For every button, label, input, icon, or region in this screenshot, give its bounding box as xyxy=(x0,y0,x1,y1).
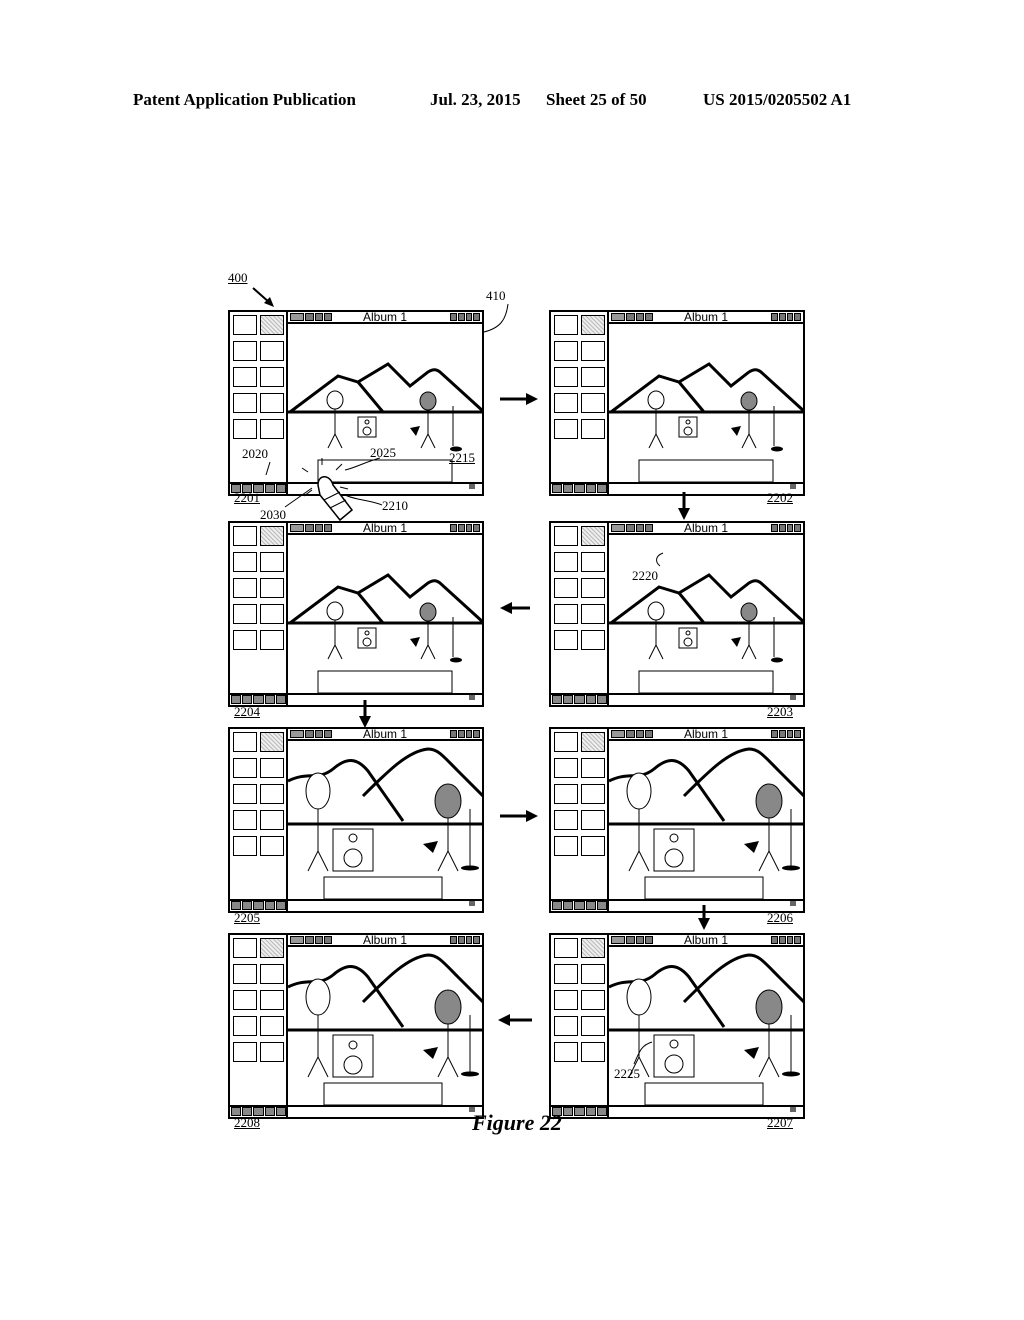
leader-2225 xyxy=(633,1041,653,1065)
flow-arrow-2206-2207 xyxy=(698,905,710,930)
leader-2030 xyxy=(284,487,313,508)
leader-2220 xyxy=(656,552,664,567)
leader-2025 xyxy=(344,457,381,471)
flow-arrow-2205-2206 xyxy=(500,810,538,822)
leader-2210 xyxy=(344,494,383,506)
leader-2020 xyxy=(265,461,271,476)
flow-arrow-2203-2204 xyxy=(500,602,530,614)
flow-arrow-2201-2202 xyxy=(500,393,538,405)
figure-caption: Figure 22 xyxy=(472,1110,562,1135)
tap-finger-2201 xyxy=(301,458,354,522)
flow-arrow-2207-2208 xyxy=(498,1014,532,1026)
flow-arrow-2204-2205 xyxy=(359,700,371,728)
flow-arrow-2202-2203 xyxy=(678,492,690,520)
